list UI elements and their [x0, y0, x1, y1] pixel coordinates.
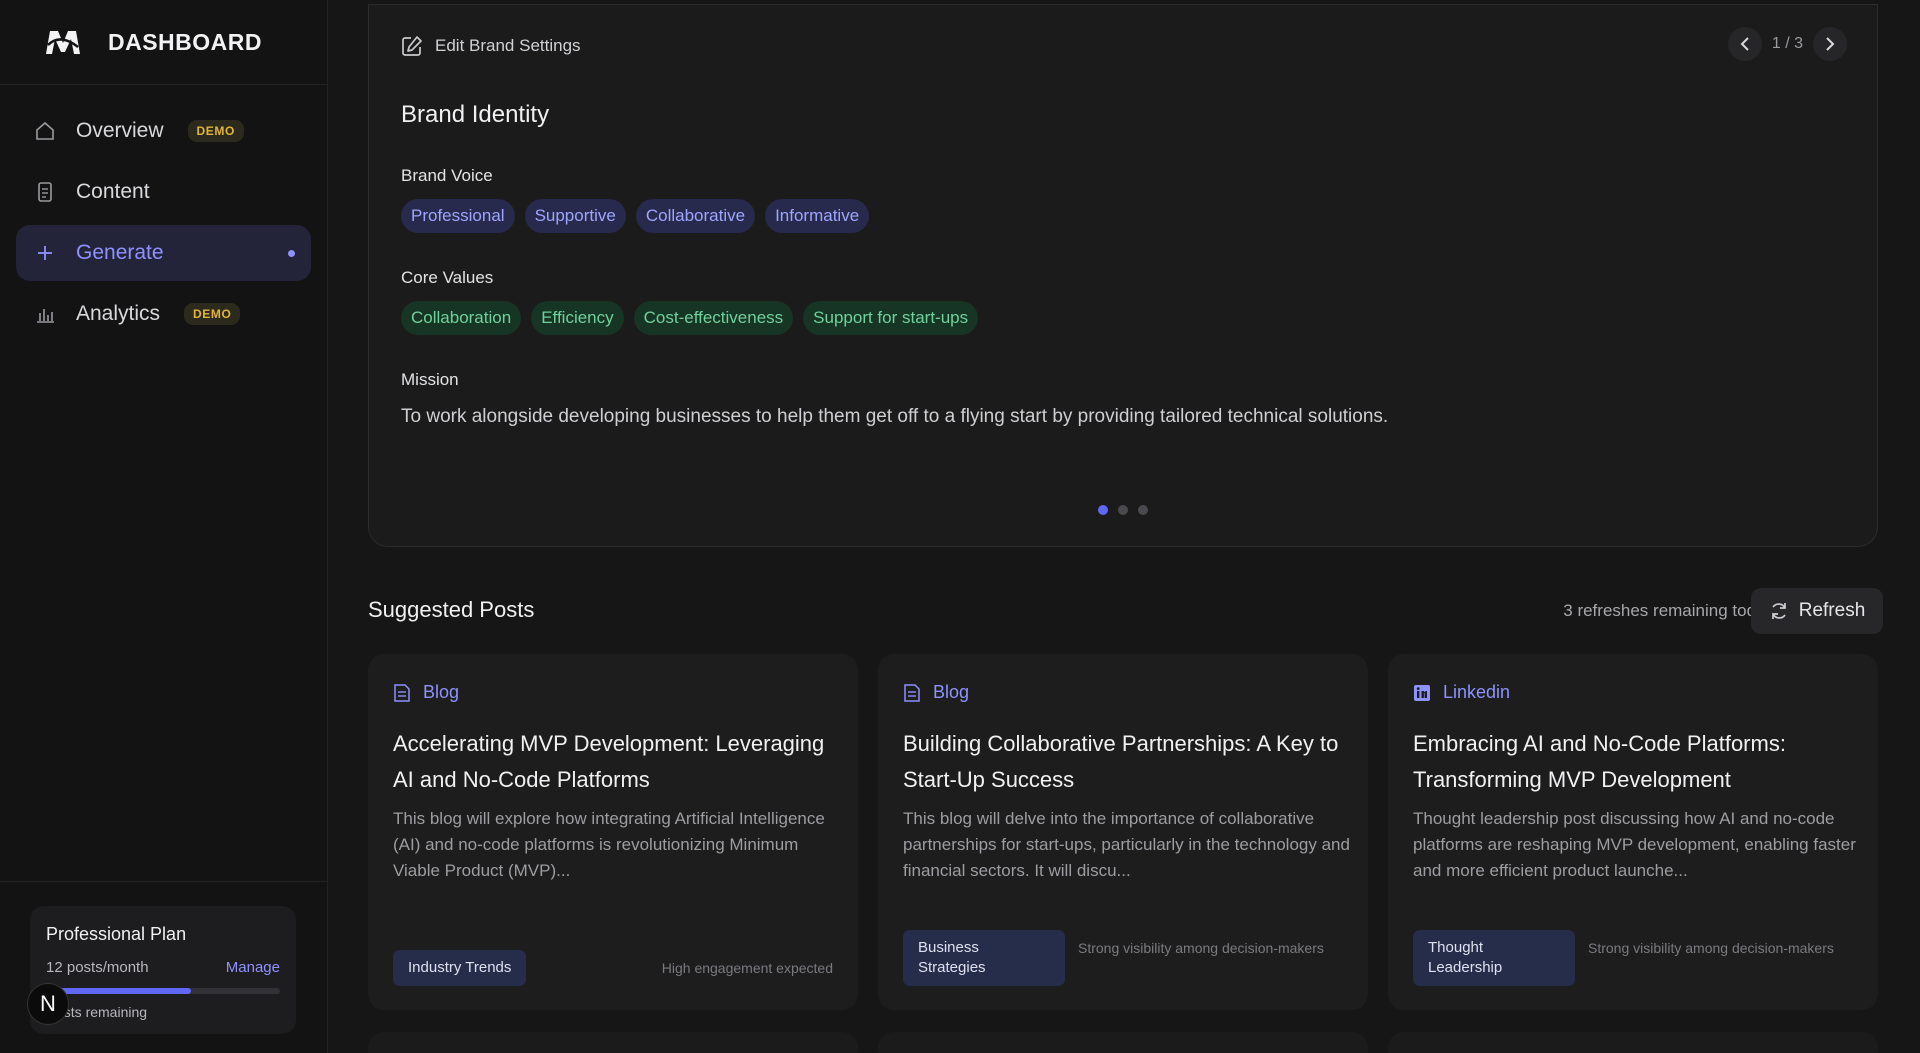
bar-chart-icon: [34, 303, 56, 325]
refresh-info: 3 refreshes remaining today: [1563, 601, 1774, 620]
carousel-dot[interactable]: [1098, 505, 1108, 515]
post-card[interactable]: Blog Accelerating MVP Development: Lever…: [368, 654, 858, 1010]
post-note: Strong visibility among decision-makers: [1588, 940, 1834, 956]
logo-icon: [46, 31, 80, 54]
voice-chip: Informative: [765, 199, 870, 233]
sidebar-item-label: Generate: [76, 241, 164, 264]
voice-chip: Professional: [401, 199, 515, 233]
post-type: Blog: [903, 682, 969, 703]
sidebar-brand[interactable]: DASHBOARD: [0, 0, 327, 85]
plan-progress-bar: [46, 988, 280, 994]
voice-chip: Collaborative: [635, 199, 756, 233]
post-title: Accelerating MVP Development: Leveraging…: [393, 731, 825, 792]
chevron-left-icon: [1740, 37, 1749, 51]
pager-text: 1 / 3: [1771, 35, 1803, 52]
sidebar-item-label: Content: [76, 180, 150, 203]
carousel-dot[interactable]: [1118, 505, 1128, 515]
post-card[interactable]: Linkedin Embracing AI and No-Code Platfo…: [1388, 654, 1878, 1010]
active-indicator: [288, 249, 295, 257]
voice-chip: Supportive: [524, 199, 626, 233]
post-title: Building Collaborative Partnerships: A K…: [903, 731, 1339, 792]
post-note: Strong visibility among decision-makers: [1078, 940, 1324, 956]
blog-icon: [904, 683, 920, 702]
post-description: Thought leadership post discussing how A…: [1413, 809, 1856, 880]
post-type-label: Linkedin: [1443, 682, 1511, 702]
sidebar-item-label: Analytics: [76, 302, 161, 325]
carousel-pager: 1 / 3: [1727, 27, 1847, 61]
post-type-label: Blog: [933, 682, 970, 702]
post-type: Linkedin: [1413, 682, 1510, 703]
value-chip: Support for start-ups: [803, 301, 979, 335]
core-values-label: Core Values: [401, 268, 494, 287]
refresh-label: Refresh: [1798, 600, 1866, 621]
carousel-dot[interactable]: [1138, 505, 1148, 515]
sidebar-item-overview[interactable]: Overview DEMO: [16, 103, 311, 159]
post-tag: Thought Leadership: [1413, 930, 1575, 986]
post-description: This blog will delve into the importance…: [903, 809, 1350, 880]
edit-icon: [402, 36, 422, 56]
edit-brand-settings-label: Edit Brand Settings: [435, 36, 581, 55]
sidebar-item-generate[interactable]: Generate: [16, 225, 311, 281]
plan-card: Professional Plan 12 posts/month Manage …: [30, 906, 296, 1034]
previous-button[interactable]: [1727, 27, 1762, 61]
post-tag: Business Strategies: [903, 930, 1065, 986]
sidebar-item-label: Overview: [76, 119, 164, 142]
core-values-chips: Collaboration Efficiency Cost-effectiven…: [401, 301, 979, 335]
brand-voice-label: Brand Voice: [401, 166, 493, 185]
value-chip: Cost-effectiveness: [633, 301, 794, 335]
linkedin-icon: [1414, 684, 1430, 701]
blog-icon: [394, 683, 410, 702]
post-title: Embracing AI and No-Code Platforms: Tran…: [1413, 731, 1786, 792]
suggested-posts-title: Suggested Posts: [368, 597, 535, 622]
refresh-button[interactable]: Refresh: [1751, 588, 1883, 634]
sidebar: DASHBOARD Overview DEMO Content Generate: [0, 0, 328, 1053]
plus-icon: [34, 242, 56, 264]
post-card-partial: [368, 1032, 858, 1053]
post-tag: Industry Trends: [393, 950, 527, 986]
plan-row: 12 posts/month Manage: [46, 959, 280, 976]
brand-voice-chips: Professional Supportive Collaborative In…: [401, 199, 870, 233]
plan-quota: 12 posts/month: [46, 959, 149, 976]
sidebar-item-analytics[interactable]: Analytics DEMO: [16, 286, 311, 342]
post-card[interactable]: Blog Building Collaborative Partnerships…: [878, 654, 1368, 1010]
next-button[interactable]: [1813, 27, 1847, 61]
manage-link[interactable]: Manage: [226, 959, 280, 976]
post-description: This blog will explore how integrating A…: [393, 809, 825, 880]
mission-text: To work alongside developing businesses …: [401, 406, 1389, 427]
plan-section: Professional Plan 12 posts/month Manage …: [0, 881, 328, 1053]
chevron-right-icon: [1826, 37, 1835, 51]
brand-title: DASHBOARD: [108, 28, 262, 55]
edit-brand-settings-button[interactable]: Edit Brand Settings: [401, 35, 581, 57]
mission-label: Mission: [401, 370, 459, 389]
post-card-partial: [1388, 1032, 1878, 1053]
demo-badge: DEMO: [184, 303, 241, 325]
post-type: Blog: [393, 682, 459, 703]
demo-badge: DEMO: [187, 120, 244, 142]
main-content: Edit Brand Settings 1 / 3 Brand Identity…: [328, 0, 1920, 1053]
brand-settings-card: Edit Brand Settings 1 / 3 Brand Identity…: [368, 4, 1878, 547]
home-icon: [34, 120, 56, 142]
post-card-partial: [878, 1032, 1368, 1053]
brand-identity-title: Brand Identity: [401, 101, 550, 128]
plan-title: Professional Plan: [46, 924, 187, 944]
value-chip: Collaboration: [401, 301, 522, 335]
post-type-label: Blog: [423, 682, 460, 702]
avatar[interactable]: N: [27, 983, 69, 1025]
plan-progress-fill: [46, 988, 192, 994]
sidebar-nav: Overview DEMO Content Generate Analytics…: [0, 85, 327, 365]
sidebar-item-content[interactable]: Content: [16, 164, 311, 220]
carousel-dots: [369, 505, 1877, 515]
post-note: High engagement expected: [661, 960, 833, 976]
value-chip: Efficiency: [531, 301, 624, 335]
document-icon: [34, 181, 56, 203]
refresh-icon: [1771, 603, 1786, 619]
plan-remaining: osts remaining: [56, 1004, 148, 1020]
